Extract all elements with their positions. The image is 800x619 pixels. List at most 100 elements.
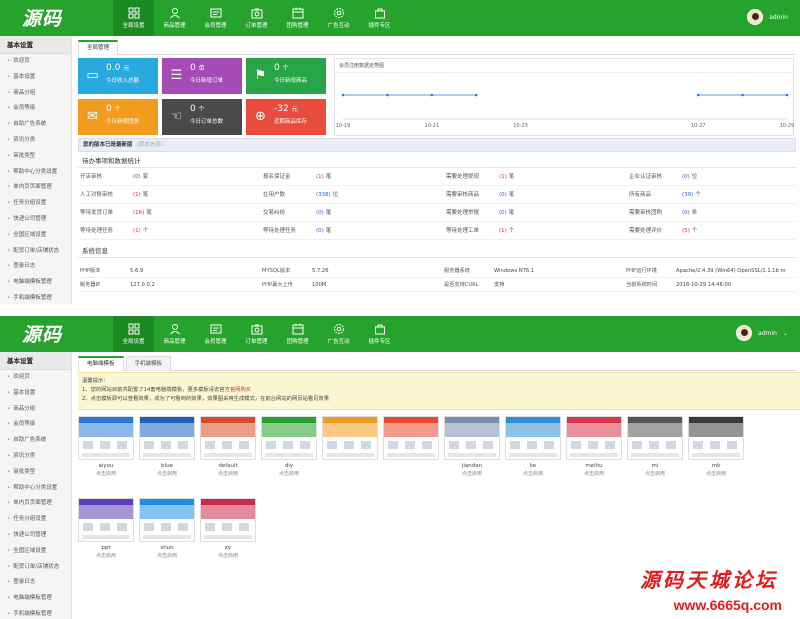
sidebar-item[interactable]: • 基本设置 bbox=[0, 386, 71, 402]
template-card[interactable] bbox=[383, 416, 439, 463]
sidebar-item[interactable]: • 电脑端模板管理 bbox=[0, 275, 71, 291]
nav-item-1[interactable]: 商品管理 bbox=[154, 316, 195, 352]
enable-template-link[interactable]: 点击启用 bbox=[78, 470, 134, 477]
todo-count[interactable]: (0) bbox=[682, 210, 690, 216]
enable-template-link[interactable]: 点击启用 bbox=[444, 470, 500, 477]
todo-count[interactable]: (0) bbox=[316, 228, 324, 234]
sidebar-item[interactable]: • 任务分组设置 bbox=[0, 512, 71, 528]
todo-value[interactable]: (1) 笔 bbox=[499, 168, 627, 186]
stat-card[interactable]: ☰ 0 单今日新增订单 bbox=[162, 58, 242, 94]
stat-card[interactable]: ✉ 0 个今日新增团员 bbox=[78, 99, 158, 135]
template-card[interactable]: ppt 点击启用 bbox=[78, 498, 134, 559]
nav-item-5[interactable]: 广告互动 bbox=[318, 0, 359, 36]
template-thumbnail[interactable] bbox=[322, 416, 378, 460]
todo-value[interactable]: (0) 笔 bbox=[316, 222, 444, 240]
data-point[interactable] bbox=[785, 93, 789, 97]
template-thumbnail[interactable] bbox=[627, 416, 683, 460]
template-card[interactable]: mk 点击启用 bbox=[688, 416, 744, 477]
sidebar-item[interactable]: • 配货订单/店铺状态 bbox=[0, 560, 71, 576]
avatar-2[interactable] bbox=[736, 325, 753, 341]
todo-count[interactable]: (1) bbox=[133, 228, 141, 234]
sidebar-item[interactable]: • 基本设置 bbox=[0, 70, 71, 86]
buy-link[interactable]: 官网购买 bbox=[230, 387, 251, 393]
sidebar-item[interactable]: • 商品分组 bbox=[0, 402, 71, 418]
todo-count[interactable]: (0) bbox=[133, 174, 141, 180]
enable-template-link[interactable]: 点击启用 bbox=[505, 470, 561, 477]
enable-template-link[interactable]: 点击启用 bbox=[627, 470, 683, 477]
sidebar-item[interactable]: • 资讯分类 bbox=[0, 449, 71, 465]
sidebar-item[interactable]: • 审批类型 bbox=[0, 149, 71, 165]
sidebar-item[interactable]: • 自助广告系统 bbox=[0, 117, 71, 133]
sidebar-item[interactable]: • 登录日志 bbox=[0, 575, 71, 591]
todo-value[interactable]: (338) 位 bbox=[316, 186, 444, 204]
sidebar-item[interactable]: • 全国区域设置 bbox=[0, 544, 71, 560]
enable-template-link[interactable]: 点击启用 bbox=[688, 470, 744, 477]
nav-item-3[interactable]: 订单管理 bbox=[236, 316, 277, 352]
todo-count[interactable]: (0) bbox=[499, 192, 507, 198]
stat-card[interactable]: ⊕ -32 元近期商品库存 bbox=[246, 99, 326, 135]
sidebar-item[interactable]: • 手机端模板管理 bbox=[0, 291, 71, 304]
template-thumbnail[interactable] bbox=[566, 416, 622, 460]
template-thumbnail[interactable] bbox=[200, 416, 256, 460]
user-menu-2[interactable]: admin ⌄ bbox=[736, 325, 788, 341]
data-point[interactable] bbox=[430, 93, 434, 97]
nav-item-3[interactable]: 订单管理 bbox=[236, 0, 277, 36]
todo-count[interactable]: (1) bbox=[316, 174, 324, 180]
sidebar-item[interactable]: • 会员等级 bbox=[0, 101, 71, 117]
sidebar-item[interactable]: • 电脑端模板管理 bbox=[0, 591, 71, 607]
template-card[interactable]: shun 点击启用 bbox=[139, 498, 195, 559]
template-thumbnail[interactable] bbox=[78, 416, 134, 460]
sidebar-item[interactable]: • 欢迎页 bbox=[0, 54, 71, 70]
tab-template-1[interactable]: 手机端模板 bbox=[125, 356, 172, 371]
todo-value[interactable]: (0) 条 bbox=[682, 204, 762, 222]
template-thumbnail[interactable] bbox=[505, 416, 561, 460]
template-thumbnail[interactable] bbox=[200, 498, 256, 542]
template-card[interactable]: zy 点击启用 bbox=[200, 498, 256, 559]
data-point[interactable] bbox=[696, 93, 700, 97]
enable-template-link[interactable]: 点击启用 bbox=[261, 470, 317, 477]
sidebar-item[interactable]: • 全国区域设置 bbox=[0, 228, 71, 244]
todo-count[interactable]: (338) bbox=[316, 192, 331, 198]
todo-value[interactable]: (0) 位 bbox=[682, 168, 762, 186]
todo-value[interactable]: (0) 笔 bbox=[499, 186, 627, 204]
template-thumbnail[interactable] bbox=[383, 416, 439, 460]
todo-value[interactable]: (39) 个 bbox=[682, 186, 762, 204]
template-card[interactable]: jiandan 点击启用 bbox=[444, 416, 500, 477]
template-thumbnail[interactable] bbox=[78, 498, 134, 542]
todo-count[interactable]: (0) bbox=[682, 174, 690, 180]
tab-template-0[interactable]: 电脑端模板 bbox=[78, 356, 124, 371]
todo-value[interactable]: (1) 笔 bbox=[316, 168, 444, 186]
template-thumbnail[interactable] bbox=[139, 416, 195, 460]
nav-item-4[interactable]: 团购管理 bbox=[277, 316, 318, 352]
stat-card[interactable]: ▭ 0.0 元今日收入总额 bbox=[78, 58, 158, 94]
todo-value[interactable]: (0) 笔 bbox=[499, 204, 627, 222]
stat-card[interactable]: ☜ 0 个今日订单总数 bbox=[162, 99, 242, 135]
sidebar-item[interactable]: • 快递公司管理 bbox=[0, 212, 71, 228]
todo-count[interactable]: (16) bbox=[133, 210, 144, 216]
nav-item-4[interactable]: 团购管理 bbox=[277, 0, 318, 36]
enable-template-link[interactable]: 点击启用 bbox=[200, 470, 256, 477]
avatar[interactable] bbox=[747, 9, 764, 25]
todo-value[interactable]: (1) 笔 bbox=[133, 186, 261, 204]
template-card[interactable]: meihu 点击启用 bbox=[566, 416, 622, 477]
sidebar-item[interactable]: • 资讯分类 bbox=[0, 133, 71, 149]
logo[interactable]: 源码 bbox=[22, 4, 62, 31]
todo-value[interactable]: (1) 个 bbox=[499, 222, 627, 240]
todo-count[interactable]: (0) bbox=[316, 210, 324, 216]
nav-item-0[interactable]: 全局设置 bbox=[113, 316, 154, 352]
data-point[interactable] bbox=[386, 93, 389, 97]
enable-template-link[interactable]: 点击启用 bbox=[139, 470, 195, 477]
todo-count[interactable]: (1) bbox=[499, 174, 507, 180]
template-card[interactable]: blue 点击启用 bbox=[139, 416, 195, 477]
sidebar-item[interactable]: • 帮助中心分类设置 bbox=[0, 481, 71, 497]
template-card[interactable]: diy 点击启用 bbox=[261, 416, 317, 477]
sidebar-item[interactable]: • 配货订单/店铺状态 bbox=[0, 244, 71, 260]
nav-item-2[interactable]: 会员管理 bbox=[195, 0, 236, 36]
sidebar-item[interactable]: • 会员等级 bbox=[0, 417, 71, 433]
template-thumbnail[interactable] bbox=[139, 498, 195, 542]
todo-value[interactable]: (16) 笔 bbox=[133, 204, 261, 222]
todo-count[interactable]: (1) bbox=[499, 228, 507, 234]
user-menu[interactable]: admin bbox=[747, 9, 788, 25]
todo-count[interactable]: (39) bbox=[682, 192, 693, 198]
todo-count[interactable]: (0) bbox=[499, 210, 507, 216]
